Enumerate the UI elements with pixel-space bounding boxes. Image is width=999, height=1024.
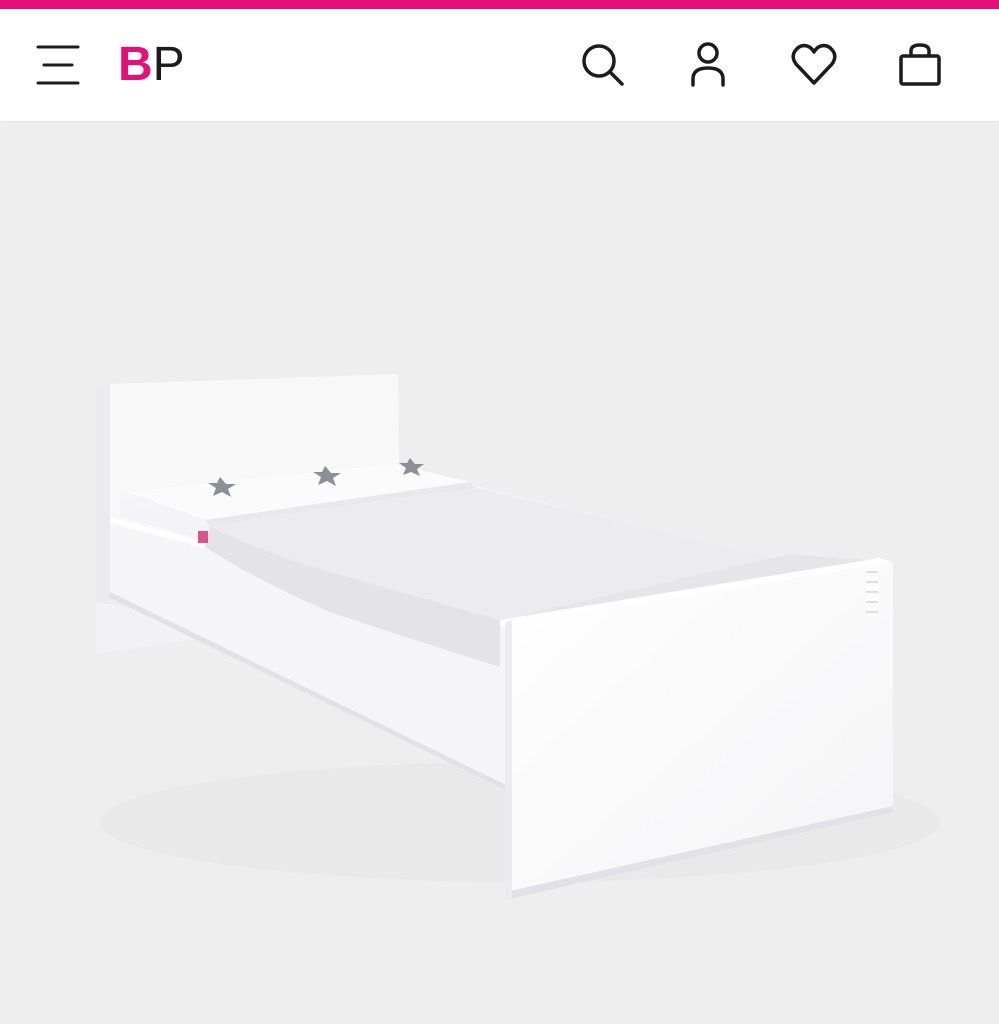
account-icon bbox=[691, 42, 725, 87]
product-image bbox=[96, 374, 940, 900]
logo-letter-p: P bbox=[152, 38, 185, 91]
menu-button[interactable] bbox=[30, 39, 86, 91]
account-button[interactable] bbox=[682, 39, 734, 91]
wishlist-button[interactable] bbox=[788, 39, 840, 91]
top-accent-bar bbox=[0, 0, 999, 9]
menu-icon bbox=[36, 45, 80, 85]
heart-icon bbox=[791, 43, 837, 85]
bag-icon bbox=[899, 43, 941, 86]
product-image-area[interactable] bbox=[0, 122, 999, 1024]
site-header: BP bbox=[0, 9, 999, 121]
bag-button[interactable] bbox=[894, 39, 946, 91]
search-button[interactable] bbox=[577, 39, 629, 91]
search-icon bbox=[582, 44, 624, 86]
brand-logo[interactable]: BP bbox=[118, 37, 185, 93]
logo-letter-b: B bbox=[118, 38, 153, 91]
